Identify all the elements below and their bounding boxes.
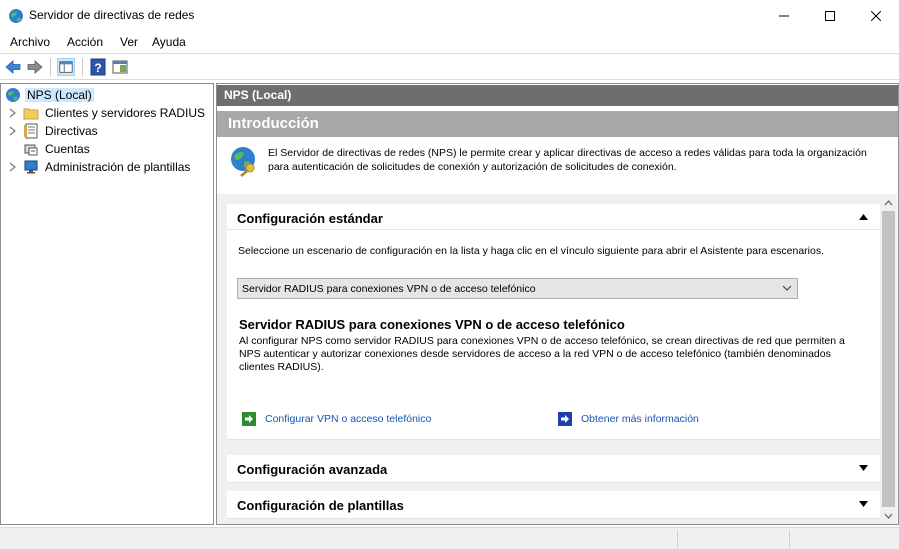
menu-accion[interactable]: Acción — [67, 35, 103, 49]
toolbar-separator — [50, 58, 51, 76]
chevron-down-icon — [884, 513, 893, 519]
nps-globe-icon — [6, 88, 20, 102]
menu-bar: Archivo Acción Ver Ayuda — [0, 31, 899, 52]
accounting-icon — [24, 144, 38, 156]
green-arrow-icon — [242, 412, 256, 426]
scrollbar-thumb[interactable] — [882, 211, 895, 507]
scroll-down-button[interactable] — [880, 507, 897, 524]
pane-header: NPS (Local) — [217, 85, 898, 106]
nps-globe-key-icon — [231, 147, 255, 177]
policy-document-icon — [24, 123, 38, 139]
chevron-up-icon — [884, 199, 893, 205]
tree-item-nps-local[interactable]: NPS (Local) — [1, 86, 213, 104]
scenario-dropdown[interactable]: Servidor RADIUS para conexiones VPN o de… — [237, 278, 798, 299]
tree-item-label: Cuentas — [45, 142, 90, 156]
show-action-pane-icon[interactable] — [111, 58, 129, 76]
title-bar: Servidor de directivas de redes — [0, 0, 899, 31]
scenario-title: Servidor RADIUS para conexiones VPN o de… — [239, 317, 625, 332]
scenario-description: Al configurar NPS como servidor RADIUS p… — [239, 335, 845, 373]
tree-item-label: Directivas — [45, 124, 98, 138]
window-title: Servidor de directivas de redes — [29, 8, 195, 22]
menu-archivo[interactable]: Archivo — [10, 35, 50, 49]
forward-arrow-icon[interactable] — [26, 58, 44, 76]
expand-down-icon[interactable] — [859, 501, 868, 507]
section-header[interactable]: Configuración estándar — [227, 204, 880, 230]
scenario-dropdown-value: Servidor RADIUS para conexiones VPN o de… — [242, 283, 536, 295]
show-hide-console-tree-icon[interactable] — [57, 58, 75, 76]
chevron-right-icon[interactable] — [9, 162, 17, 172]
section-templates-configuration: Configuración de plantillas — [227, 491, 880, 519]
maximize-icon — [825, 10, 835, 21]
chevron-right-icon[interactable] — [9, 126, 17, 136]
tree-item-label: Clientes y servidores RADIUS — [45, 106, 206, 120]
chevron-right-icon[interactable] — [9, 108, 17, 118]
minimize-button[interactable] — [761, 0, 807, 31]
folder-icon — [23, 108, 39, 120]
more-info-link-text[interactable]: Obtener más información — [581, 413, 699, 425]
section-advanced-configuration: Configuración avanzada — [227, 455, 880, 483]
section-standard-configuration: Configuración estándar Seleccione un esc… — [227, 204, 880, 440]
toolbar-separator — [82, 58, 83, 76]
details-pane: NPS (Local) Introducción El Servidor de … — [216, 83, 899, 525]
scenario-instructions: Seleccione un escenario de configuración… — [238, 245, 825, 257]
intro-title: Introducción — [217, 111, 898, 137]
nps-globe-icon — [9, 9, 23, 23]
toolbar: ? — [0, 53, 899, 80]
section-title: Configuración estándar — [237, 211, 383, 226]
section-title: Configuración avanzada — [237, 462, 388, 477]
vertical-scrollbar[interactable] — [880, 194, 897, 524]
help-icon[interactable]: ? — [89, 58, 107, 76]
section-header[interactable]: Configuración de plantillas — [227, 491, 880, 517]
expand-down-icon[interactable] — [859, 465, 868, 471]
minimize-icon — [779, 15, 789, 16]
scroll-up-button[interactable] — [880, 194, 897, 211]
console-tree: NPS (Local) Clientes y servidores RADIUS… — [0, 83, 214, 525]
close-button[interactable] — [853, 0, 899, 31]
status-separator — [789, 530, 790, 548]
menu-ver[interactable]: Ver — [120, 35, 138, 49]
intro-description: El Servidor de directivas de redes (NPS)… — [268, 147, 867, 173]
status-separator — [677, 530, 678, 548]
status-bar — [0, 527, 899, 549]
tree-item-radius-clients[interactable]: Clientes y servidores RADIUS — [1, 104, 213, 122]
tree-item-accounting[interactable]: Cuentas — [1, 140, 213, 158]
tree-item-policies[interactable]: Directivas — [1, 122, 213, 140]
section-header[interactable]: Configuración avanzada — [227, 455, 880, 481]
maximize-button[interactable] — [807, 0, 853, 31]
templates-computer-icon — [24, 160, 38, 174]
back-arrow-icon[interactable] — [4, 58, 22, 76]
chevron-down-icon — [782, 285, 792, 291]
configure-vpn-link-text[interactable]: Configurar VPN o acceso telefónico — [265, 413, 431, 425]
close-icon — [871, 10, 881, 21]
menu-ayuda[interactable]: Ayuda — [152, 35, 186, 49]
tree-item-templates-management[interactable]: Administración de plantillas — [1, 158, 213, 176]
blue-arrow-icon — [558, 412, 572, 426]
tree-item-label: NPS (Local) — [25, 88, 94, 102]
tree-item-label: Administración de plantillas — [45, 160, 191, 174]
section-title: Configuración de plantillas — [237, 498, 404, 513]
collapse-up-icon[interactable] — [859, 214, 868, 220]
svg-text:?: ? — [94, 61, 101, 75]
